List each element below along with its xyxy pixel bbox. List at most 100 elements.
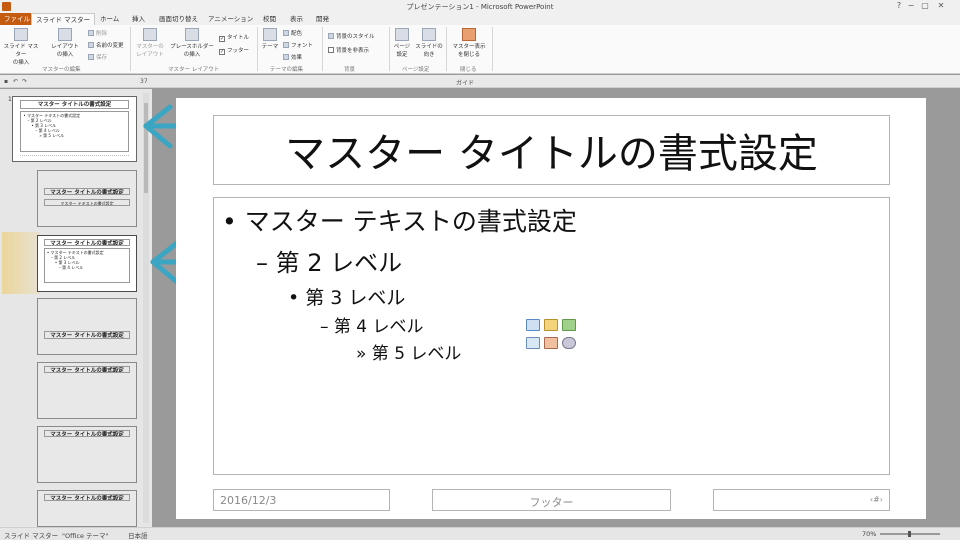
thumbnail-layout-title[interactable]: マスター タイトルの書式設定 マスター テキストの書式設定 — [37, 170, 137, 227]
thumbnail-scrollbar[interactable] — [143, 93, 149, 523]
insert-layout-button[interactable]: レイアウト の挿入 — [48, 28, 82, 58]
fonts-button[interactable]: フォント — [283, 41, 313, 49]
thumbnail-title: マスター タイトルの書式設定 — [20, 100, 129, 110]
undo-icon[interactable]: ↶ — [13, 78, 18, 85]
insert-placeholder-button[interactable]: プレースホルダー の挿入 — [170, 28, 214, 58]
insert-layout-label: レイアウト の挿入 — [51, 44, 79, 58]
thumbnail-subtitle: マスター テキストの書式設定 — [43, 198, 131, 207]
insert-smartart-icon[interactable] — [562, 319, 576, 331]
date-placeholder[interactable]: 2016/12/3 — [213, 489, 390, 511]
theme-icon — [263, 28, 277, 41]
delete-button[interactable]: 削除 — [88, 29, 107, 37]
status-theme: "Office テーマ" — [62, 532, 109, 540]
insert-clipart-icon[interactable] — [544, 337, 558, 349]
layout-icon — [58, 28, 72, 41]
footer-placeholder[interactable]: フッター — [432, 489, 671, 511]
insert-slide-master-button[interactable]: スライド マスター の挿入 — [2, 28, 40, 66]
delete-icon — [88, 30, 94, 36]
maximize-button[interactable]: ▢ — [920, 1, 930, 11]
ribbon-separator — [446, 27, 447, 71]
insert-picture-icon[interactable] — [526, 337, 540, 349]
body-level-4: – 第 4 レベル — [320, 317, 424, 337]
thumbnail-slide-master[interactable]: マスター タイトルの書式設定 • マスター テキストの書式設定 – 第 2 レベ… — [12, 96, 137, 162]
title-checkbox[interactable]: ✓ タイトル — [219, 33, 249, 42]
colors-button[interactable]: 配色 — [283, 29, 302, 37]
master-layout-button[interactable]: マスターの レイアウト — [134, 28, 166, 58]
delete-label: 削除 — [96, 31, 108, 37]
title-checkbox-label: タイトル — [227, 35, 250, 41]
slide-canvas[interactable]: マスター タイトルの書式設定 • マスター テキストの書式設定 – 第 2 レベ… — [176, 98, 926, 519]
zoom-slider-knob[interactable] — [908, 531, 911, 537]
ribbon-tabs: ファイル スライド マスター ホーム 挿入 画面切り替え アニメーション 校閲 … — [0, 13, 960, 25]
thumbnail-text-l4: – 第 4 レベル — [58, 265, 84, 271]
hide-background-checkbox[interactable]: 背景を非表示 — [328, 46, 369, 54]
fonts-label: フォント — [291, 43, 314, 49]
thumbnail-layout-title-only[interactable]: マスター タイトルの書式設定 — [37, 490, 137, 527]
rename-button[interactable]: 名前の変更 — [88, 41, 124, 49]
tab-home[interactable]: ホーム — [100, 13, 119, 25]
tab-animations[interactable]: アニメーション — [208, 13, 253, 25]
ribbon-separator — [130, 27, 131, 71]
footer-checkbox[interactable]: ✓ フッター — [219, 46, 249, 55]
group-page-setup: ページ設定 — [402, 67, 430, 73]
tab-slide-master[interactable]: スライド マスター — [31, 13, 96, 25]
font-size-field[interactable]: 37 — [140, 78, 148, 85]
tab-insert[interactable]: 挿入 — [132, 13, 145, 25]
title-placeholder[interactable]: マスター タイトルの書式設定 — [213, 115, 890, 185]
thumbnail-footer — [20, 154, 129, 159]
ribbon-separator — [492, 27, 493, 71]
check-icon: ✓ — [219, 36, 225, 42]
rename-label: 名前の変更 — [96, 43, 124, 49]
thumbnail-title: マスター タイトルの書式設定 — [43, 187, 131, 196]
group-background: 背景 — [344, 67, 356, 73]
body-placeholder[interactable]: • マスター テキストの書式設定 – 第 2 レベル • 第 3 レベル – 第… — [213, 197, 890, 475]
fonts-icon — [283, 42, 289, 48]
redo-icon[interactable]: ↷ — [22, 78, 27, 85]
master-layout-label: マスターの レイアウト — [136, 44, 164, 58]
colors-label: 配色 — [291, 31, 303, 37]
help-button[interactable]: ? — [894, 1, 904, 11]
tab-transitions[interactable]: 画面切り替え — [159, 13, 198, 25]
colors-icon — [283, 30, 289, 36]
effects-button[interactable]: 効果 — [283, 53, 302, 61]
thumbnail-layout-section-header[interactable]: マスター タイトルの書式設定 — [37, 298, 137, 355]
group-close: 閉じる — [460, 67, 477, 73]
thumbnail-title: マスター タイトルの書式設定 — [43, 330, 131, 339]
thumbnail-layout-two-content[interactable]: マスター タイトルの書式設定 — [37, 362, 137, 419]
tab-review[interactable]: 校閲 — [263, 13, 276, 25]
thumbnail-layout-comparison[interactable]: マスター タイトルの書式設定 — [37, 426, 137, 483]
zoom-level[interactable]: 70% — [862, 530, 876, 538]
hide-background-label: 背景を非表示 — [336, 48, 370, 54]
status-language[interactable]: 日本語 — [128, 530, 148, 540]
page-setup-label: ページ 設定 — [393, 44, 411, 58]
tab-file[interactable]: ファイル — [0, 13, 34, 25]
close-button[interactable]: ✕ — [936, 1, 946, 11]
close-master-view-button[interactable]: マスター表示 を閉じる — [449, 28, 489, 58]
insert-table-icon[interactable] — [526, 319, 540, 331]
preserve-button[interactable]: 保存 — [88, 53, 107, 61]
tab-developer[interactable]: 開発 — [316, 13, 329, 25]
insert-media-icon[interactable] — [562, 337, 576, 349]
slide-number-placeholder[interactable]: ‹#› — [713, 489, 890, 511]
thumbnail-layout-title-content[interactable]: マスター タイトルの書式設定 • マスター テキストの書式設定 – 第 2 レベ… — [37, 235, 137, 292]
theme-button[interactable]: テーマ — [260, 28, 280, 50]
checkbox-icon — [328, 47, 334, 53]
page-setup-button[interactable]: ページ 設定 — [392, 28, 412, 58]
save-icon[interactable]: ▪ — [4, 78, 8, 85]
slide-orientation-label: スライドの 向き — [415, 44, 443, 58]
minimize-button[interactable]: − — [906, 1, 916, 11]
group-master-layout: マスター レイアウト — [168, 67, 220, 73]
rename-icon — [88, 42, 94, 48]
tab-view[interactable]: 表示 — [290, 13, 303, 25]
zoom-slider[interactable] — [880, 531, 940, 537]
insert-chart-icon[interactable] — [544, 319, 558, 331]
slide-orientation-button[interactable]: スライドの 向き — [414, 28, 444, 58]
guides-toggle[interactable]: ガイド — [456, 78, 474, 87]
body-level-5: » 第 5 レベル — [356, 344, 462, 364]
background-styles-button[interactable]: 背景のスタイル — [328, 32, 375, 40]
thumbnail-body: • マスター テキストの書式設定 – 第 2 レベル • 第 3 レベル – 第… — [20, 111, 129, 153]
effects-icon — [283, 54, 289, 60]
orientation-icon — [422, 28, 436, 41]
close-master-icon — [462, 28, 476, 41]
ribbon-separator — [322, 27, 323, 71]
